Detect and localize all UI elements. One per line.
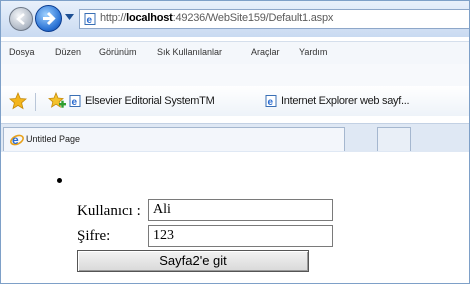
menu-duzen[interactable]: Düzen: [55, 47, 81, 57]
menu-yardim[interactable]: Yardım: [299, 47, 327, 57]
ie-page-icon: e: [69, 95, 81, 107]
url-text: http://localhost:49236/WebSite159/Defaul…: [100, 12, 333, 24]
page-content: Kullanıcı : Ali Şifre: 123 Sayfa2'e git: [1, 152, 469, 283]
add-to-favorites-icon[interactable]: [47, 91, 67, 111]
favorite-link-elsevier[interactable]: Elsevier Editorial SystemTM: [85, 95, 215, 107]
svg-text:e: e: [268, 97, 274, 107]
password-label: Şifre:: [77, 228, 111, 244]
menu-araclar[interactable]: Araçlar: [251, 47, 280, 57]
forward-button[interactable]: [35, 5, 62, 32]
toolbar-spacer: [1, 64, 469, 86]
menu-gorunum[interactable]: Görünüm: [99, 47, 137, 57]
menu-dosya[interactable]: Dosya: [9, 47, 35, 57]
username-label: Kullanıcı :: [77, 203, 141, 219]
list-bullet: [57, 178, 62, 183]
forward-arrow-icon: [43, 11, 56, 26]
svg-text:e: e: [12, 133, 19, 146]
favorites-star-icon[interactable]: [9, 92, 27, 110]
url-path: :49236/WebSite159/Default1.aspx: [172, 12, 334, 24]
address-toolbar: e http://localhost:49236/WebSite159/Defa…: [1, 1, 469, 37]
menu-bar: Dosya Düzen Görünüm Sık Kullanılanlar Ar…: [1, 41, 469, 64]
url-host: localhost: [126, 12, 173, 24]
menu-sik-kullanilanlar[interactable]: Sık Kullanılanlar: [157, 47, 222, 57]
ie-favicon-icon: e: [10, 133, 24, 146]
back-arrow-icon: [16, 13, 25, 25]
tab-label: Untitled Page: [26, 134, 81, 144]
address-field[interactable]: e http://localhost:49236/WebSite159/Defa…: [79, 9, 469, 29]
ie-page-icon: e: [265, 95, 277, 107]
tab-bar: e Untitled Page: [1, 123, 469, 153]
password-input[interactable]: 123: [148, 225, 333, 247]
svg-text:e: e: [87, 15, 93, 25]
go-to-page2-button[interactable]: Sayfa2'e git: [77, 250, 309, 272]
url-prefix: http://: [100, 12, 127, 24]
favorite-link-ie-web-slice[interactable]: Internet Explorer web sayf...: [281, 95, 410, 107]
ie-page-icon: e: [84, 13, 96, 25]
recent-pages-dropdown-icon[interactable]: [65, 14, 74, 20]
username-input[interactable]: Ali: [148, 199, 333, 221]
favorites-bar: e Elsevier Editorial SystemTM e Internet…: [1, 64, 469, 116]
browser-window: e http://localhost:49236/WebSite159/Defa…: [0, 0, 470, 284]
toolbar-separator: [35, 93, 36, 111]
tab-untitled-page[interactable]: e Untitled Page: [3, 127, 345, 151]
new-tab-button[interactable]: [377, 127, 411, 151]
back-button[interactable]: [9, 7, 33, 31]
svg-text:e: e: [72, 97, 78, 107]
